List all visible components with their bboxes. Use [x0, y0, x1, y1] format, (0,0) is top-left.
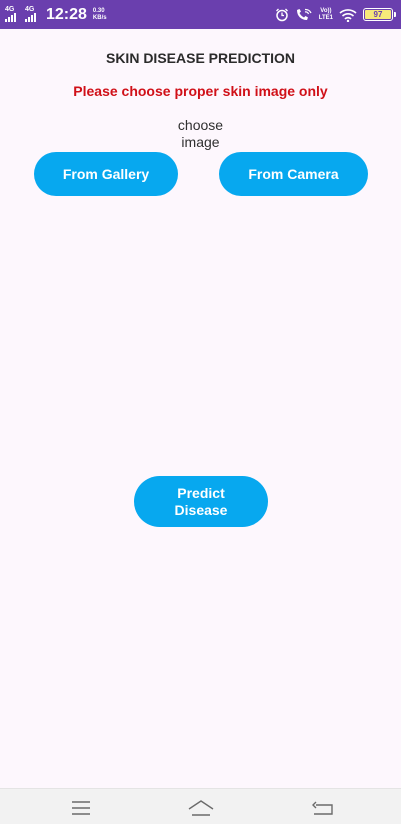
network-speed-value: 0.30	[92, 7, 105, 14]
page-title: SKIN DISEASE PREDICTION	[105, 50, 296, 66]
volte-bottom-label: LTE1	[318, 14, 333, 21]
predict-disease-button[interactable]: Predict Disease	[134, 476, 268, 527]
network-speed-unit: KB/s	[92, 14, 107, 21]
warning-message: Please choose proper skin image only	[73, 83, 328, 99]
image-placeholder-text: choose image	[150, 117, 251, 151]
status-right: Vo)) LTE1 97	[275, 0, 396, 29]
alarm-icon	[275, 8, 288, 21]
wifi-icon	[339, 8, 357, 22]
wifi-call-icon	[296, 8, 312, 20]
network-1-icon: 4G	[4, 6, 20, 24]
network-speed: 0.30 KB/s	[93, 8, 107, 22]
home-icon[interactable]	[186, 797, 216, 819]
from-gallery-button[interactable]: From Gallery	[34, 152, 178, 196]
volte-icon: Vo)) LTE1	[319, 8, 333, 22]
navigation-bar	[0, 788, 401, 824]
clock: 12:28	[46, 5, 87, 23]
battery-level: 97	[373, 10, 383, 19]
battery-icon: 97	[363, 8, 396, 21]
menu-icon[interactable]	[66, 797, 96, 819]
status-bar: 4G 4G 12:28 0.30 KB/s Vo)) LTE1 97	[0, 0, 401, 29]
back-icon[interactable]	[308, 797, 338, 819]
status-left: 4G 4G 12:28 0.30 KB/s	[4, 0, 107, 29]
network-2-icon: 4G	[24, 6, 40, 24]
image-placeholder-line: choose image	[177, 117, 224, 150]
volte-top-label: Vo))	[320, 7, 332, 14]
from-camera-button[interactable]: From Camera	[219, 152, 368, 196]
